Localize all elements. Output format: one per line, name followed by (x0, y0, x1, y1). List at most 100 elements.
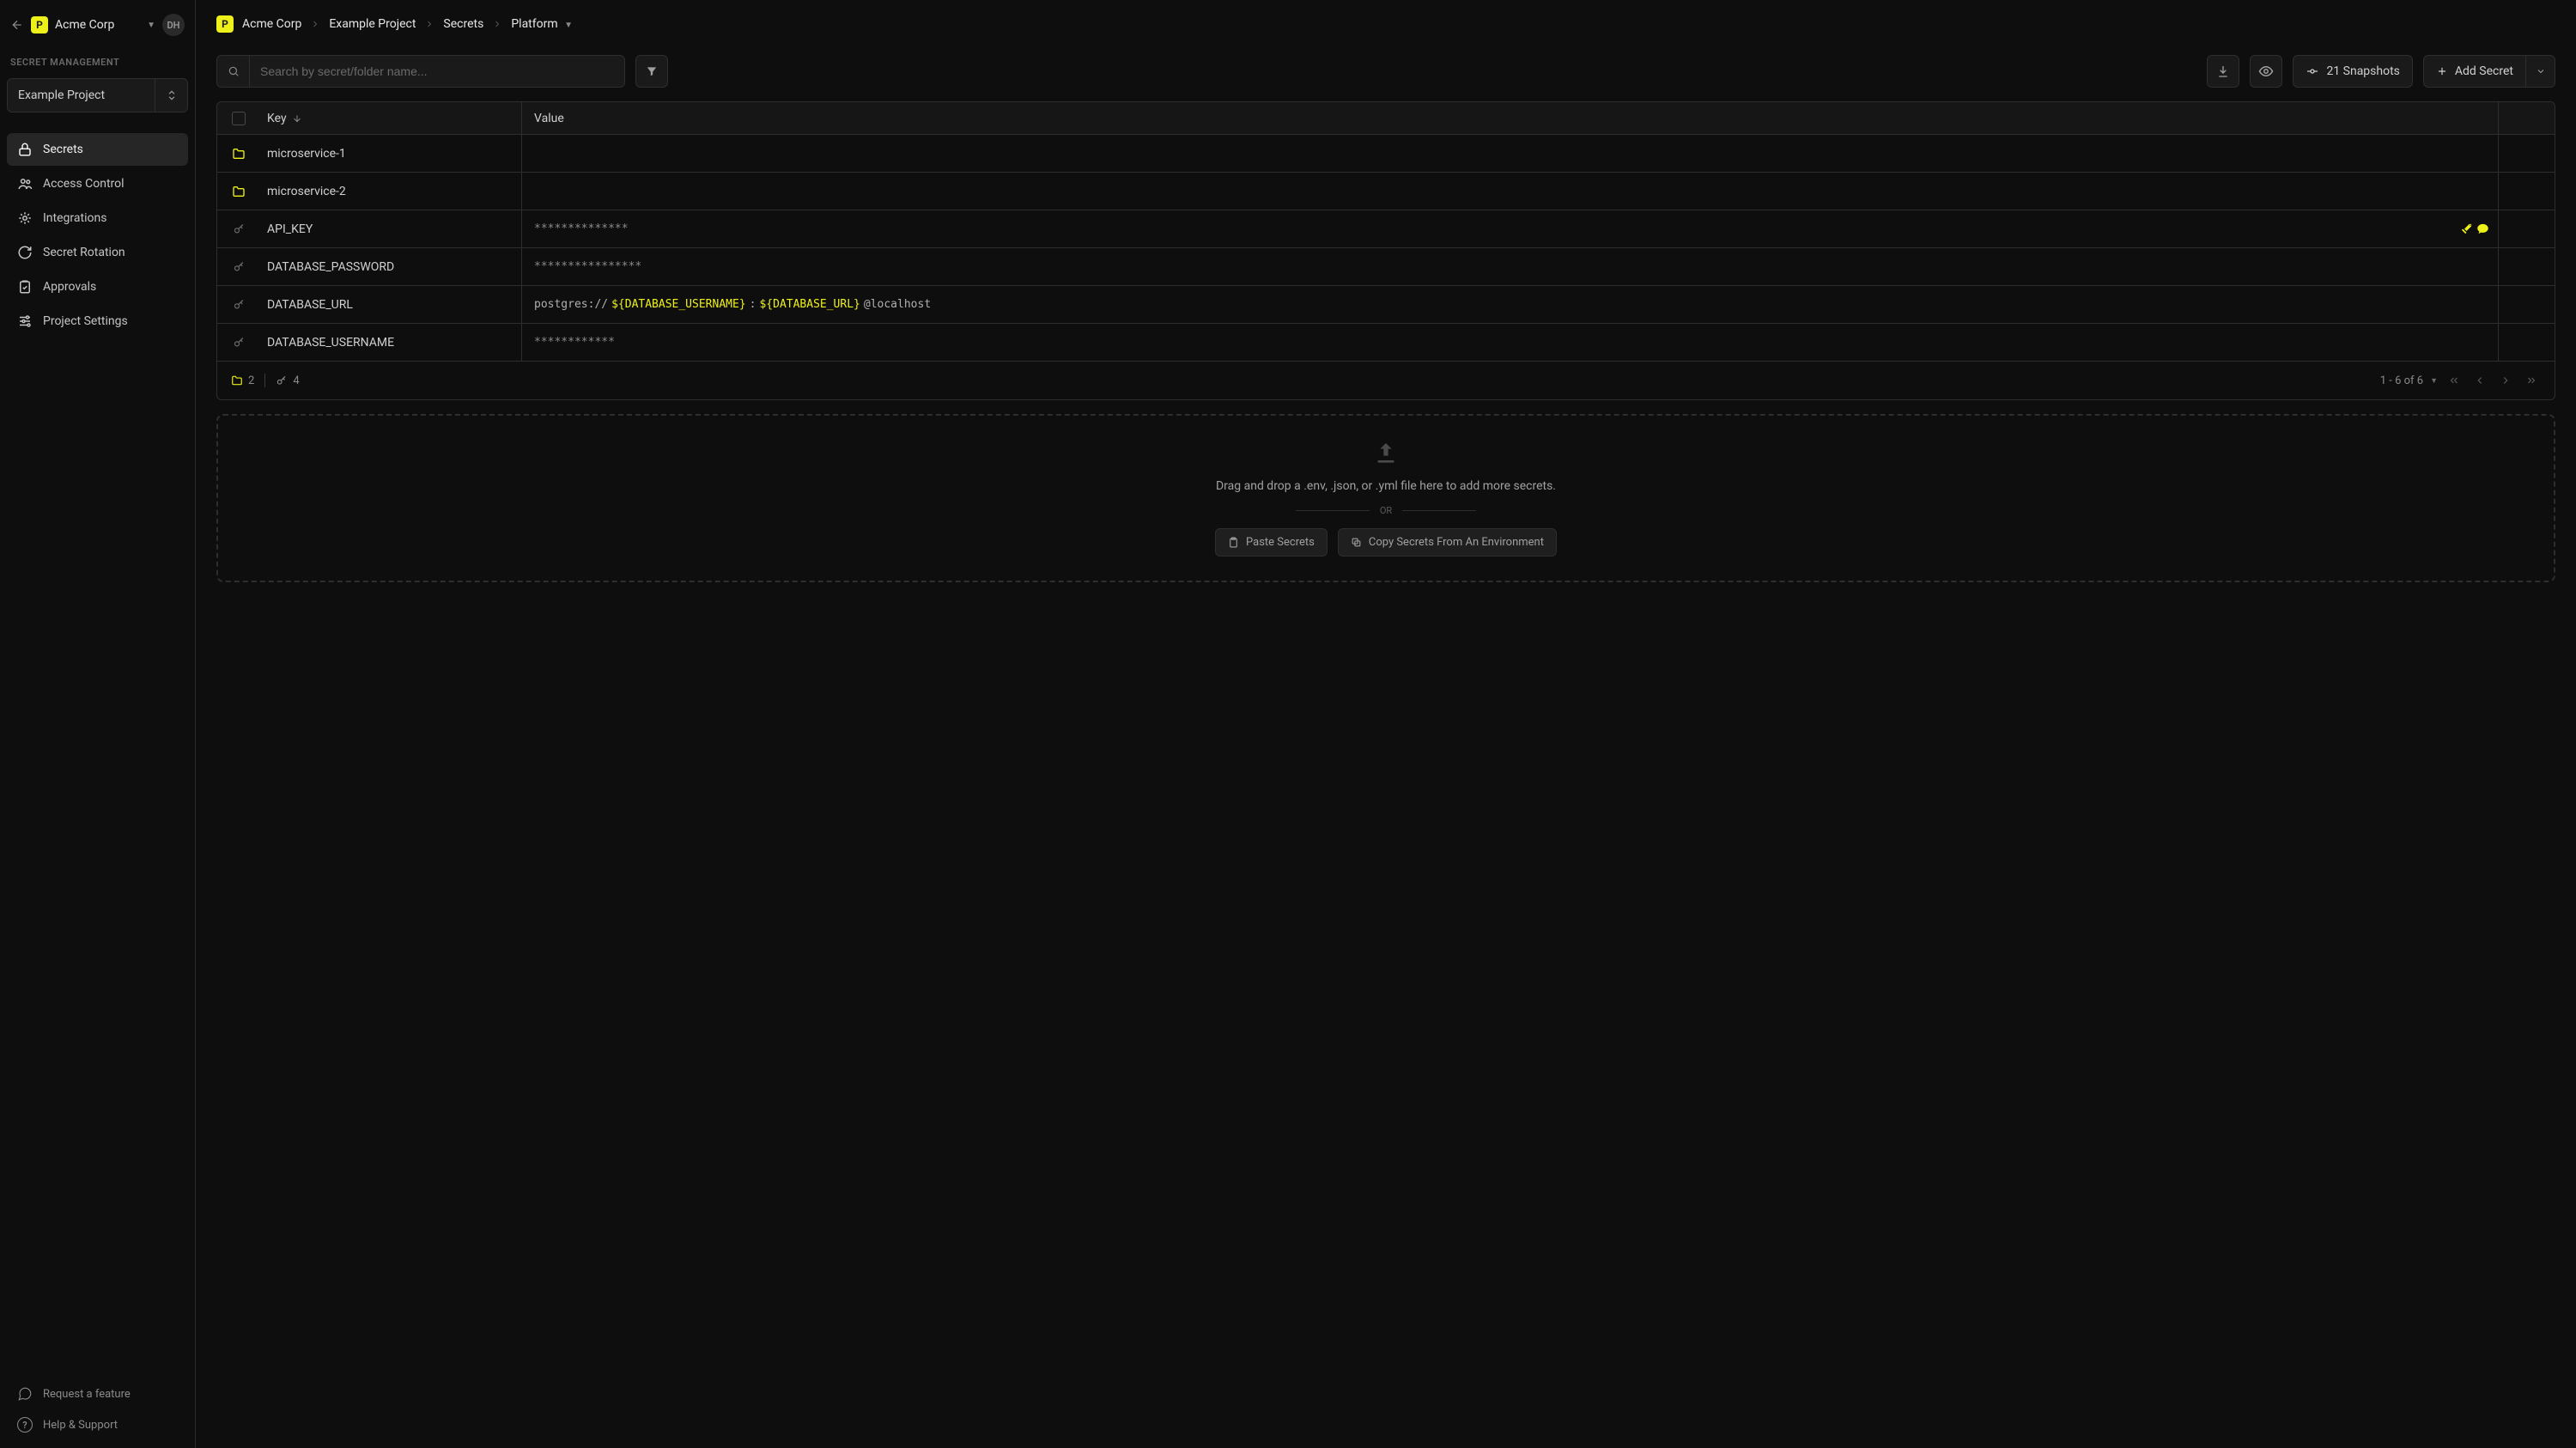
org-badge: P (216, 15, 234, 33)
org-name[interactable]: Acme Corp (55, 18, 140, 32)
add-secret-dropdown[interactable] (2526, 55, 2555, 88)
breadcrumb-project[interactable]: Example Project (329, 17, 416, 31)
row-value[interactable] (521, 135, 2498, 172)
pagination: 1 - 6 of 6 ▼ (2380, 371, 2541, 390)
main-content: P Acme Corp Example Project Secrets Plat… (196, 0, 2576, 1448)
row-actions (2498, 173, 2555, 210)
plus-icon (2436, 65, 2448, 77)
sidebar: P Acme Corp ▼ DH SECRET MANAGEMENT Examp… (0, 0, 196, 1448)
search-box (216, 55, 625, 88)
chevron-down-icon[interactable]: ▼ (147, 21, 155, 30)
row-actions (2498, 210, 2555, 247)
or-divider: OR (1296, 505, 1476, 516)
row-value[interactable]: postgres://${DATABASE_USERNAME}:${DATABA… (521, 286, 2498, 323)
copy-secrets-button[interactable]: Copy Secrets From An Environment (1338, 528, 1557, 557)
row-value[interactable]: **************** (521, 248, 2498, 285)
help-support-link[interactable]: ? Help & Support (7, 1410, 188, 1439)
download-button[interactable] (2207, 55, 2239, 88)
key-icon (217, 298, 260, 311)
sidebar-item-label: Access Control (43, 177, 125, 191)
sidebar-item-secret-rotation[interactable]: Secret Rotation (7, 236, 188, 269)
filter-icon (646, 65, 658, 77)
tags-icon[interactable] (2460, 222, 2473, 235)
column-key[interactable]: Key (260, 112, 521, 125)
back-arrow-icon[interactable] (10, 18, 24, 32)
row-key: API_KEY (260, 222, 521, 236)
breadcrumb: P Acme Corp Example Project Secrets Plat… (196, 0, 2576, 48)
breadcrumb-env[interactable]: Platform ▼ (511, 17, 573, 31)
sidebar-item-label: Approvals (43, 280, 96, 294)
page-last-button[interactable] (2522, 371, 2541, 390)
key-icon (217, 336, 260, 349)
avatar[interactable]: DH (162, 14, 185, 36)
sidebar-item-access-control[interactable]: Access Control (7, 167, 188, 200)
sidebar-item-label: Integrations (43, 211, 106, 225)
page-prev-button[interactable] (2470, 371, 2489, 390)
filter-button[interactable] (635, 55, 668, 88)
folder-icon (217, 147, 260, 161)
chevron-down-icon (2536, 66, 2546, 76)
chevron-down-icon[interactable]: ▼ (2430, 376, 2438, 386)
row-key: DATABASE_PASSWORD (260, 260, 521, 274)
add-secret-label: Add Secret (2455, 64, 2513, 78)
key-icon (276, 374, 288, 386)
table-row[interactable]: DATABASE_USERNAME************ (217, 324, 2555, 362)
sidebar-item-project-settings[interactable]: Project Settings (7, 305, 188, 338)
sidebar-item-approvals[interactable]: Approvals (7, 271, 188, 303)
row-value[interactable]: ************** (521, 210, 2498, 247)
clipboard-check-icon (17, 279, 33, 295)
sidebar-item-label: Project Settings (43, 314, 128, 328)
help-support-label: Help & Support (43, 1419, 118, 1432)
lock-icon (17, 142, 33, 157)
sidebar-item-integrations[interactable]: Integrations (7, 202, 188, 234)
row-key: microservice-2 (260, 185, 521, 198)
key-icon (217, 222, 260, 235)
dropzone[interactable]: Drag and drop a .env, .json, or .yml fil… (216, 414, 2555, 582)
row-value[interactable] (521, 173, 2498, 210)
chevron-down-icon: ▼ (564, 21, 573, 30)
table-row[interactable]: microservice-1 (217, 135, 2555, 173)
help-icon: ? (17, 1417, 33, 1433)
pagination-range: 1 - 6 of 6 (2380, 374, 2423, 387)
upload-icon (1372, 440, 1400, 467)
row-actions (2498, 248, 2555, 285)
sidebar-item-label: Secrets (43, 143, 83, 156)
dropzone-buttons: Paste Secrets Copy Secrets From An Envir… (1215, 528, 1557, 557)
add-secret-group: Add Secret (2423, 55, 2555, 88)
chat-icon (17, 1386, 33, 1402)
row-actions (2498, 135, 2555, 172)
search-input[interactable] (250, 64, 624, 78)
visibility-button[interactable] (2250, 55, 2282, 88)
table-row[interactable]: API_KEY************** (217, 210, 2555, 248)
sliders-icon (17, 313, 33, 329)
footer-secret-count: 4 (276, 374, 299, 387)
page-next-button[interactable] (2496, 371, 2515, 390)
sort-arrow-icon (292, 113, 302, 124)
project-selector-toggle[interactable] (155, 79, 187, 112)
sidebar-item-label: Secret Rotation (43, 246, 125, 259)
breadcrumb-secrets[interactable]: Secrets (443, 17, 483, 31)
row-value[interactable]: ************ (521, 324, 2498, 361)
snapshots-button[interactable]: 21 Snapshots (2293, 55, 2412, 88)
chevron-right-icon (310, 19, 320, 29)
snapshots-label: 21 Snapshots (2326, 64, 2399, 78)
table-row[interactable]: DATABASE_PASSWORD**************** (217, 248, 2555, 286)
row-key: DATABASE_URL (260, 298, 521, 312)
comment-icon[interactable] (2476, 222, 2489, 235)
row-actions (2498, 324, 2555, 361)
request-feature-link[interactable]: Request a feature (7, 1379, 188, 1408)
page-first-button[interactable] (2445, 371, 2464, 390)
secrets-table: Key Value microservice-1microservice-2AP… (216, 101, 2555, 400)
paste-secrets-button[interactable]: Paste Secrets (1215, 528, 1327, 557)
project-selector[interactable]: Example Project (7, 78, 188, 113)
dropzone-text: Drag and drop a .env, .json, or .yml fil… (1216, 479, 1556, 493)
table-footer: 2 4 1 - 6 of 6 ▼ (217, 362, 2555, 399)
table-row[interactable]: microservice-2 (217, 173, 2555, 210)
rotate-icon (17, 245, 33, 260)
add-secret-button[interactable]: Add Secret (2423, 55, 2526, 88)
clipboard-icon (1228, 537, 1239, 548)
select-all-checkbox[interactable] (232, 112, 246, 125)
sidebar-item-secrets[interactable]: Secrets (7, 133, 188, 166)
table-row[interactable]: DATABASE_URLpostgres://${DATABASE_USERNA… (217, 286, 2555, 324)
breadcrumb-org[interactable]: Acme Corp (242, 17, 301, 31)
